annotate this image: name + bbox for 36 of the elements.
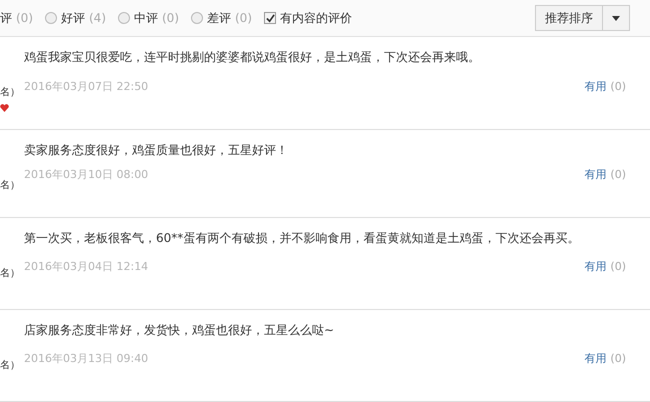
radio-button[interactable]	[191, 12, 203, 24]
user-name: 名）	[0, 179, 20, 193]
useful-link[interactable]: 有用	[584, 78, 606, 95]
review-text: 鸡蛋我家宝贝很爱吃，连平时挑剔的婆婆都说鸡蛋很好，是土鸡蛋，下次还会再来哦。	[24, 49, 481, 66]
checkbox-label: 有内容的评价	[280, 10, 352, 27]
radio-button[interactable]	[118, 12, 130, 24]
review-text: 店家服务态度非常好，发货快，鸡蛋也很好，五星么么哒~	[24, 322, 336, 339]
check-icon	[266, 14, 274, 22]
radio-button[interactable]	[45, 12, 57, 24]
caret-icon	[612, 16, 620, 20]
review-date: 2016年03月07日 22:50	[24, 78, 148, 94]
useful-count: (0)	[610, 166, 626, 182]
checkbox[interactable]	[264, 12, 276, 24]
heart-icon	[0, 104, 9, 112]
filter-count: (0)	[235, 10, 252, 27]
useful-count: (0)	[610, 350, 626, 366]
user-name: 名）	[0, 359, 20, 373]
user-name: 名）	[0, 267, 20, 281]
filter-count: (0)	[16, 10, 33, 27]
useful-link[interactable]: 有用	[584, 166, 606, 183]
useful-link[interactable]: 有用	[584, 350, 606, 367]
filter-label: 中评	[134, 10, 158, 27]
review-date: 2016年03月04日 12:14	[24, 258, 148, 274]
user-name: 名）	[0, 86, 20, 100]
review-date: 2016年03月10日 08:00	[24, 166, 148, 182]
filter-count: (4)	[89, 10, 106, 27]
filter-label: 好评	[61, 10, 85, 27]
useful-count: (0)	[610, 78, 626, 94]
review-text: 第一次买，老板很客气，60**蛋有两个有破损，并不影响食用，看蛋黄就知道是土鸡蛋，下次还会再买。	[24, 230, 580, 247]
useful-link[interactable]: 有用	[584, 258, 606, 275]
useful-count: (0)	[610, 258, 626, 274]
filter-label: 评	[0, 10, 12, 27]
review-date: 2016年03月13日 09:40	[24, 350, 148, 366]
filter-count: (0)	[162, 10, 179, 27]
review-text: 卖家服务态度很好，鸡蛋质量也很好，五星好评！	[24, 142, 289, 159]
filter-label: 差评	[207, 10, 231, 27]
